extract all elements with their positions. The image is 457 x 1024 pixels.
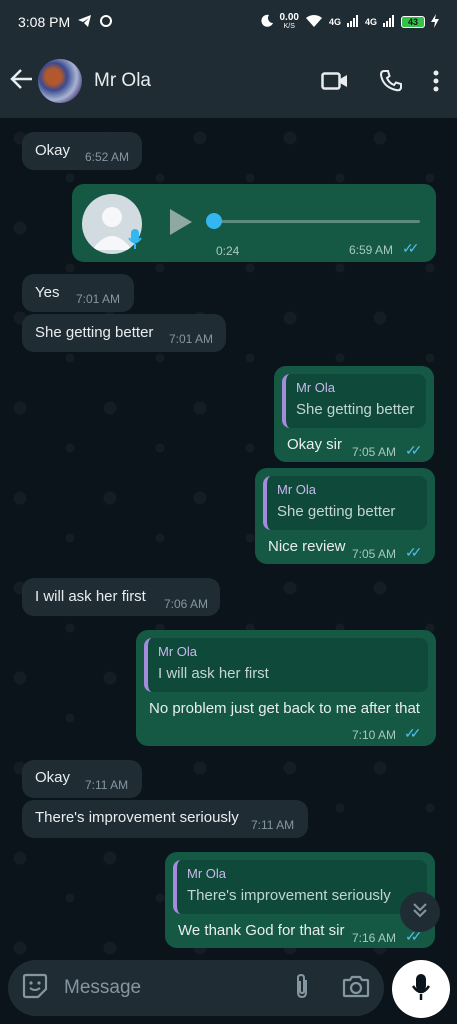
quote-author: Mr Ola (187, 866, 226, 881)
message-outgoing[interactable]: Mr Ola I will ask her first No problem j… (136, 630, 436, 746)
double-chevron-down-icon (411, 901, 429, 924)
message-time: 7:10 AM (352, 728, 397, 742)
network-speed: 0.00 K/S (280, 13, 299, 31)
status-bar: 3:08 PM 0.00 K/S 4G 4G 43 (0, 0, 457, 44)
quoted-message[interactable]: Mr Ola She getting better (282, 374, 426, 428)
read-ticks-icon: ✓✓ (404, 725, 422, 741)
chat-area[interactable]: Okay 6:52 AM 0:24 6:59 AM ✓✓ Yes 7:01 AM… (0, 118, 457, 956)
voice-message[interactable]: 0:24 6:59 AM ✓✓ (72, 184, 436, 262)
message-time: 7:01 AM (169, 332, 214, 346)
read-ticks-icon: ✓✓ (405, 442, 423, 458)
charging-icon (431, 13, 439, 31)
message-text: We thank God for that sir (178, 922, 345, 939)
message-text: No problem just get back to me after tha… (149, 700, 420, 717)
more-options-icon[interactable] (433, 70, 439, 92)
scroll-to-bottom-button[interactable] (400, 892, 440, 932)
message-text: Okay sir (287, 436, 343, 453)
message-outgoing[interactable]: Mr Ola There's improvement seriously We … (165, 852, 435, 948)
message-time: 7:05 AM (352, 547, 397, 561)
message-time: 7:06 AM (164, 597, 209, 611)
avatar[interactable] (38, 59, 82, 103)
message-time: 7:16 AM (352, 931, 397, 945)
message-text: I will ask her first (35, 588, 146, 605)
message-outgoing[interactable]: Mr Ola She getting better Nice review 7:… (255, 468, 435, 564)
signal-1-label: 4G (328, 17, 341, 27)
message-input[interactable]: Message (64, 977, 294, 999)
net-speed-value: 0.00 (279, 12, 299, 23)
net-speed-unit: K/S (283, 23, 295, 30)
message-outgoing[interactable]: Mr Ola She getting better Okay sir 7:05 … (274, 366, 434, 462)
message-time: 7:11 AM (251, 818, 295, 832)
contact-name[interactable]: Mr Ola (94, 70, 151, 92)
quote-author: Mr Ola (277, 482, 316, 497)
message-text: Yes (35, 284, 60, 301)
play-icon[interactable] (168, 208, 194, 240)
read-ticks-icon: ✓✓ (405, 544, 423, 560)
quote-text: She getting better (296, 401, 415, 418)
message-text: Nice review (268, 538, 346, 555)
microphone-icon (411, 973, 431, 1006)
signal-2-icon (383, 14, 395, 30)
status-time: 3:08 PM (18, 14, 71, 30)
sticker-icon[interactable] (22, 973, 48, 1004)
message-time: 7:11 AM (85, 778, 129, 792)
message-text: Okay (35, 769, 71, 786)
attachment-icon[interactable] (294, 972, 310, 1005)
wifi-icon (305, 14, 323, 31)
moon-icon (260, 14, 274, 31)
message-incoming[interactable]: She getting better 7:01 AM (22, 314, 226, 352)
chat-header: Mr Ola (0, 44, 457, 118)
battery-icon: 43 (401, 16, 425, 28)
camera-icon[interactable] (342, 974, 370, 1003)
signal-2-label: 4G (364, 17, 377, 27)
message-composer[interactable]: Message (8, 960, 384, 1016)
voice-record-button[interactable] (392, 960, 450, 1018)
video-call-icon[interactable] (321, 71, 349, 91)
quoted-message[interactable]: Mr Ola There's improvement seriously (173, 860, 427, 914)
voice-duration: 0:24 (216, 244, 240, 258)
read-ticks-icon: ✓✓ (402, 240, 420, 256)
message-incoming[interactable]: I will ask her first 7:06 AM (22, 578, 220, 616)
quoted-message[interactable]: Mr Ola I will ask her first (144, 638, 428, 692)
back-arrow-icon[interactable] (10, 66, 36, 97)
message-text: There's improvement seriously (35, 809, 239, 826)
microphone-icon (128, 228, 142, 254)
message-time: 7:05 AM (352, 445, 397, 459)
voice-progress-track[interactable] (212, 220, 420, 223)
quote-text: She getting better (277, 503, 396, 520)
message-time: 7:01 AM (76, 292, 121, 306)
message-incoming[interactable]: Okay 6:52 AM (22, 132, 142, 170)
message-text: She getting better (35, 324, 154, 341)
quote-text: I will ask her first (158, 665, 269, 682)
message-incoming[interactable]: There's improvement seriously 7:11 AM (22, 800, 308, 838)
message-time: 6:59 AM (349, 243, 394, 257)
message-text: Okay (35, 142, 71, 159)
message-incoming[interactable]: Okay 7:11 AM (22, 760, 142, 798)
message-incoming[interactable]: Yes 7:01 AM (22, 274, 134, 312)
voice-progress-knob[interactable] (206, 213, 222, 229)
quote-author: Mr Ola (296, 380, 335, 395)
signal-1-icon (346, 14, 359, 30)
quoted-message[interactable]: Mr Ola She getting better (263, 476, 427, 530)
telegram-icon (78, 14, 92, 30)
phone-icon[interactable] (379, 69, 403, 93)
message-time: 6:52 AM (85, 150, 130, 164)
quote-author: Mr Ola (158, 644, 197, 659)
quote-text: There's improvement seriously (187, 887, 391, 904)
notification-icon (100, 14, 113, 30)
